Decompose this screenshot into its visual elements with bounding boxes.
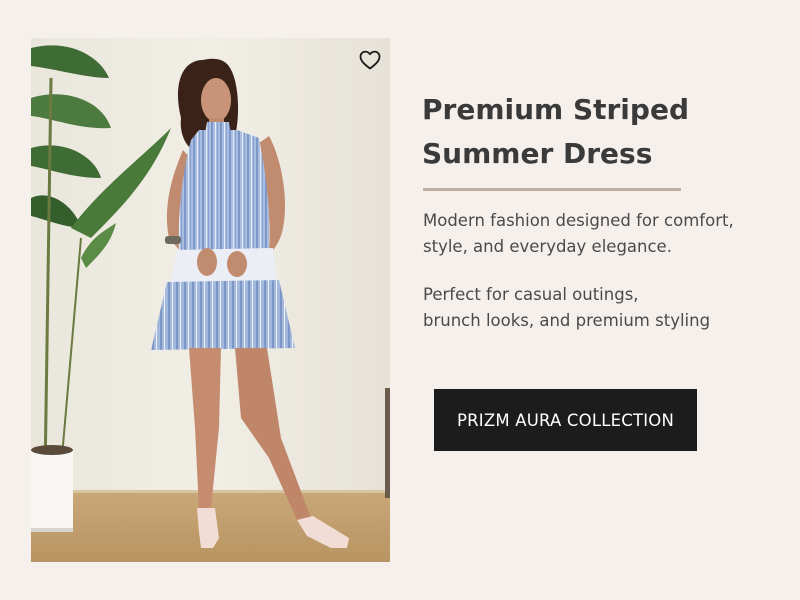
product-title: Premium Striped Summer Dress bbox=[422, 93, 689, 170]
product-tagline: Perfect for casual outings, brunch looks… bbox=[423, 285, 711, 330]
product-description: Modern fashion designed for comfort, sty… bbox=[423, 211, 734, 256]
title-divider bbox=[423, 188, 681, 191]
heart-icon[interactable] bbox=[358, 48, 382, 72]
product-image[interactable] bbox=[31, 38, 390, 562]
product-card: Premium Striped Summer Dress Modern fash… bbox=[0, 0, 800, 600]
collection-button[interactable]: PRIZM AURA COLLECTION bbox=[434, 389, 697, 451]
